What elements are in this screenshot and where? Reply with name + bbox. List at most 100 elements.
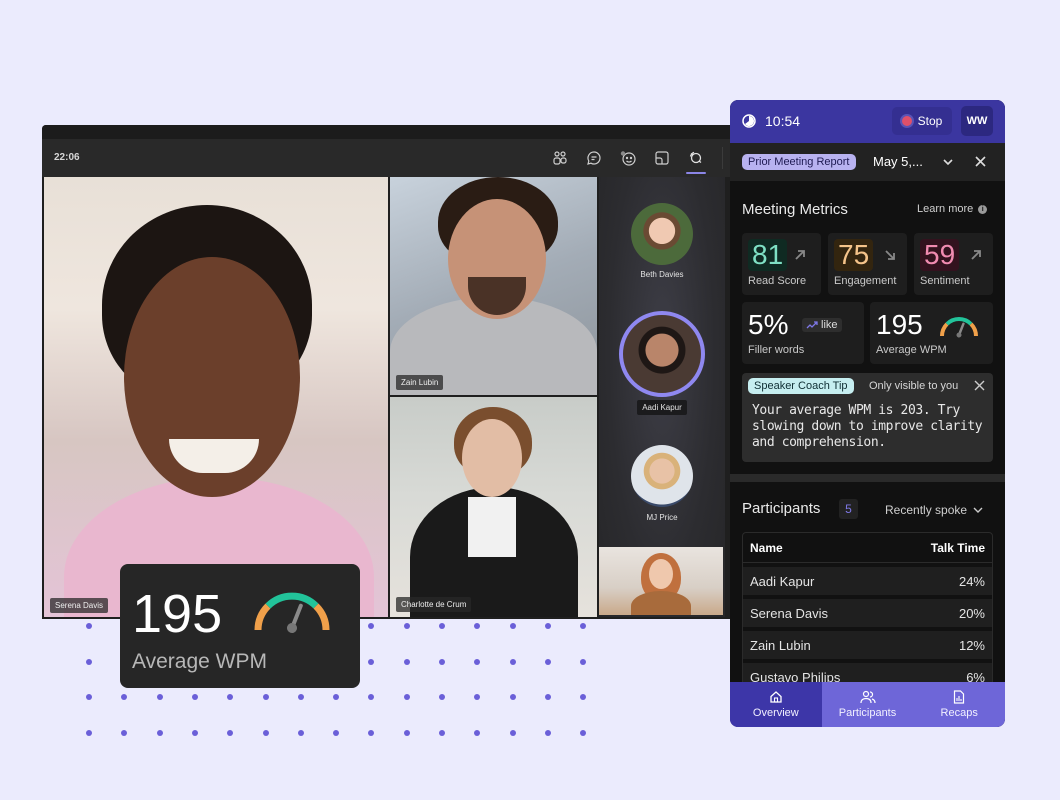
decorative-dot [544,658,551,665]
metric-label: Sentiment [920,275,970,287]
people-icon[interactable] [548,146,572,170]
speaker-coach-icon[interactable] [684,146,708,174]
tip-chip: Speaker Coach Tip [748,378,854,394]
table-row[interactable]: Aadi Kapur 24% [743,567,992,595]
decorative-dot [368,658,375,665]
gauge-low-segment [940,322,949,337]
decorative-dot [439,729,445,736]
tile-name-tag: Charlotte de Crum [396,597,472,612]
learn-more-label: Learn more [917,203,974,215]
nav-label: Participants [838,707,897,719]
decorative-dot [544,694,551,700]
trend-up-icon [971,250,981,260]
table-row[interactable]: Zain Lubin 12% [743,631,992,659]
participant-name: Aadi Kapur [750,573,815,589]
gauge-needle [287,603,303,633]
video-tile-serena-davis[interactable]: Serena Davis [44,177,388,617]
chat-icon[interactable] [582,146,606,170]
metric-label: Engagement [834,275,897,287]
meeting-metrics-title: Meeting Metrics [742,201,848,218]
person-face [649,559,673,589]
home-icon [770,691,782,703]
metric-card-sentiment[interactable]: 59 Sentiment [914,233,993,295]
decorative-dot [262,694,269,700]
tile-name-tag: Serena Davis [50,598,109,613]
gauge-needle [956,322,965,338]
blouse [468,497,516,557]
speaker-coach-panel: 10:54 Stop WW Prior Meeting Report May 5… [730,100,1005,727]
avatar-aadi-kapur[interactable] [619,311,705,397]
decorative-dot [439,658,445,665]
visibility-note: Only visible to you [869,380,959,392]
gauge-low-segment [254,603,271,631]
decorative-dot [509,729,516,736]
decorative-dot [474,694,481,700]
decorative-dot [403,729,410,736]
decorative-dot [509,623,516,629]
record-dot-icon [901,116,912,126]
decorative-dot [580,658,587,665]
gauge-high-segment [969,322,978,337]
trending-icon [806,321,818,329]
prior-meeting-report-chip[interactable]: Prior Meeting Report [742,154,856,170]
meeting-timer: 10:54 [765,113,801,129]
gauge-mid-segment [265,592,319,609]
talk-time: 12% [958,637,985,653]
metric-card-filler-words[interactable]: 5% like Filler words [742,302,864,364]
toolbar-divider [722,147,723,169]
metric-card-average-wpm[interactable]: 195 Average WPM [870,302,993,364]
close-icon[interactable] [974,380,985,391]
video-tile-charlotte-de-crum[interactable]: Charlotte de Crum [390,397,597,617]
decorative-dot [509,694,516,700]
decorative-dot [403,694,410,700]
decorative-dot [509,658,516,665]
metric-label: Average WPM [876,344,947,356]
participants-table: Name Talk Time Aadi Kapur 24% Serena Davi… [742,532,993,692]
avatar-label: Beth Davies [640,270,684,279]
metric-card-engagement[interactable]: 75 Engagement [828,233,907,295]
nav-overview[interactable]: Overview [730,682,822,727]
meeting-date[interactable]: May 5,... [873,154,923,169]
user-avatar[interactable]: WW [961,106,993,136]
participant-name: Zain Lubin [750,637,811,653]
share-screen-icon[interactable] [650,146,674,170]
panel-header: 10:54 Stop WW [730,100,1005,143]
chevron-down-icon[interactable] [942,156,954,168]
sort-dropdown[interactable]: Recently spoke [885,503,983,517]
reactions-icon[interactable] [616,146,640,170]
table-row[interactable]: Serena Davis 20% [743,599,992,627]
avatar-mj-price[interactable] [631,445,693,507]
decorative-dot [474,658,481,665]
metric-card-read-score[interactable]: 81 Read Score [742,233,821,295]
learn-more-link[interactable]: Learn more i [917,203,988,215]
video-tile-zain-lubin[interactable]: Zain Lubin [390,177,597,395]
decorative-dot [439,694,445,700]
decorative-dot [121,694,128,700]
video-thumbnail[interactable] [599,547,723,615]
talk-time: 20% [958,605,985,621]
participant-name: Serena Davis [750,605,829,621]
table-header: Name Talk Time [743,533,992,563]
call-toolbar: 22:06 [42,139,742,177]
nav-participants[interactable]: Participants [822,682,914,727]
wpm-gauge-icon [940,317,978,338]
column-header-name[interactable]: Name [750,541,783,555]
avatar-beth-davies[interactable] [631,203,693,265]
decorative-dot [121,729,128,736]
average-wpm-card: 195 Average WPM [120,564,360,688]
timer-icon [742,114,756,128]
wpm-value: 195 [132,584,223,644]
decorative-dot [580,623,587,629]
tip-text: Your average WPM is 203. Try slowing dow… [752,403,983,450]
nav-recaps[interactable]: Recaps [913,682,1005,727]
column-header-talk-time[interactable]: Talk Time [931,541,985,555]
person-body [631,591,691,615]
avatar-label-speaking: Aadi Kapur [599,400,725,415]
report-bar: Prior Meeting Report May 5,... [730,143,1005,181]
window-titlebar [42,125,742,139]
chevron-down-icon [973,507,983,513]
stop-button[interactable]: Stop [892,107,952,135]
metric-value: 81 [748,239,788,271]
close-icon[interactable] [974,155,987,168]
decorative-dot [368,623,375,629]
